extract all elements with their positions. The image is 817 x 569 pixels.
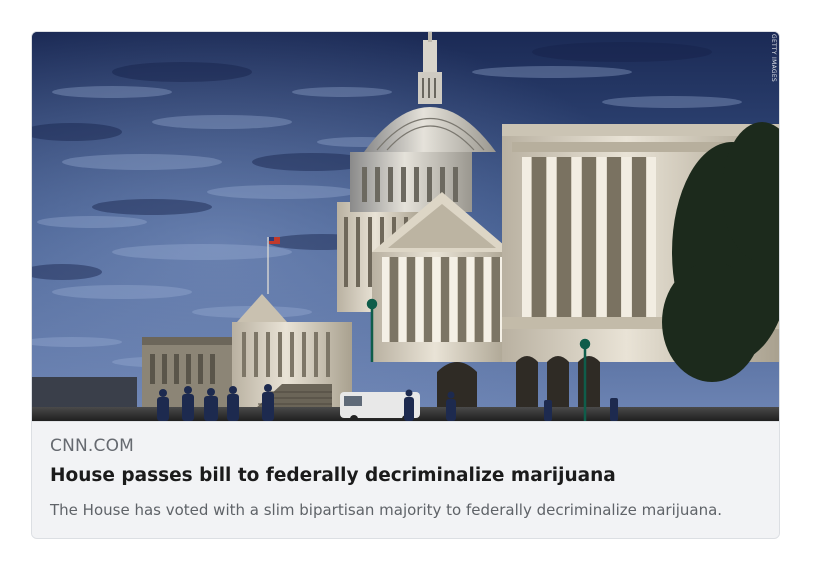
article-description: The House has voted with a slim bipartis… (50, 501, 723, 519)
preview-meta[interactable]: CNN.COM House passes bill to federally d… (32, 421, 779, 538)
source-domain: CNN.COM (50, 436, 135, 456)
capitol-photo (32, 32, 779, 421)
link-preview-card[interactable]: GETTY IMAGES CNN.COM House passes bill t… (31, 31, 780, 539)
photo-credit: GETTY IMAGES (770, 34, 777, 83)
preview-image[interactable]: GETTY IMAGES (32, 32, 779, 421)
article-title[interactable]: House passes bill to federally decrimina… (50, 465, 616, 486)
